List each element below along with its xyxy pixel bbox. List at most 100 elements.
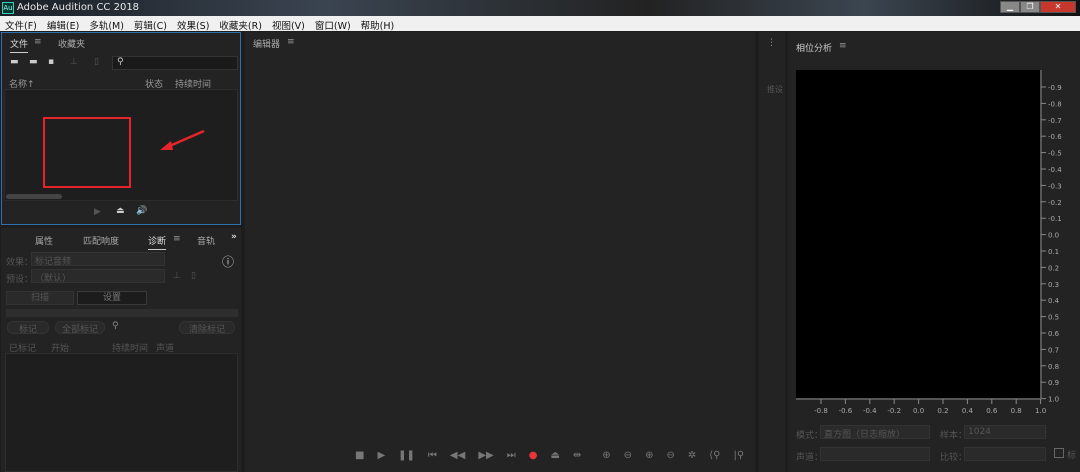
go-to-end-icon[interactable]: ⏭ <box>507 450 516 461</box>
go-to-start-icon[interactable]: ⏮ <box>428 450 437 461</box>
y-tick-label: -0.3 <box>1048 182 1062 190</box>
diagnostics-panel: 属性 匹配响度 诊断 ≡ 音轨 » 效果： 标记音频 ⓘ 预设： （默认） ⊥ … <box>1 228 241 472</box>
splitter-handle[interactable] <box>6 309 238 317</box>
skip-selection-icon[interactable]: ⇹ <box>573 450 581 461</box>
zoom-in-amplitude-icon[interactable]: ⊕ <box>602 450 610 461</box>
zoom-out-amplitude-icon[interactable]: ⊖ <box>624 450 632 461</box>
horizontal-scrollbar[interactable] <box>6 194 62 199</box>
x-tick-label: -0.4 <box>863 407 877 415</box>
y-tick-label: -0.8 <box>1048 100 1062 108</box>
more-tabs-icon[interactable]: » <box>231 232 237 242</box>
play-icon[interactable]: ▶ <box>377 450 385 461</box>
mode-value: 直方图（日志缩放） <box>824 430 906 440</box>
preset-label: 预设： <box>6 275 34 285</box>
mark-all-button[interactable]: 全部标记 <box>55 321 105 335</box>
mode-select[interactable]: 直方图（日志缩放） <box>820 425 930 440</box>
menu-effects[interactable]: 效果(S) <box>172 16 214 32</box>
channel-select[interactable] <box>820 447 930 461</box>
tab-files[interactable]: 文件 <box>10 37 29 53</box>
editor-panel: 编辑器 ≡ ■ ▶ ❚❚ ⏮ ◀◀ ▶▶ ⏭ ● ⏏ ⇹ ⊕ ⊖ ⊕ ⊖ ✲ ⟨… <box>245 32 755 472</box>
zoom-out-time-icon[interactable]: ⊖ <box>666 450 674 461</box>
menu-window[interactable]: 窗口(W) <box>310 16 356 32</box>
collapsed-tab[interactable]: 推设 <box>767 84 783 95</box>
scan-button[interactable]: 扫描 <box>6 291 74 305</box>
tab-match-loudness[interactable]: 匹配响度 <box>83 234 119 247</box>
insert-icon[interactable]: ⊥ <box>70 57 78 67</box>
tab-tracks[interactable]: 音轨 <box>197 234 215 247</box>
pause-icon[interactable]: ❚❚ <box>398 450 415 461</box>
checkbox[interactable] <box>1054 448 1064 458</box>
panel-menu-icon[interactable]: ≡ <box>173 234 181 244</box>
record-icon[interactable]: ● <box>529 450 538 461</box>
zoom-in-time-icon[interactable]: ⊕ <box>645 450 653 461</box>
title-bar: Au Adobe Audition CC 2018 ▁ ❐ ✕ <box>0 0 1080 16</box>
x-tick-label: -0.8 <box>814 407 828 415</box>
new-file-icon[interactable]: ▪ <box>48 57 54 67</box>
menu-multitrack[interactable]: 多轨(M) <box>84 16 129 32</box>
menu-view[interactable]: 视图(V) <box>267 16 310 32</box>
y-tick-label: 0.7 <box>1048 346 1059 354</box>
loop-icon[interactable]: ⏏ <box>550 450 559 461</box>
info-icon[interactable]: ⓘ <box>222 253 234 270</box>
y-tick-label: 0.2 <box>1048 264 1059 272</box>
tab-diagnostics[interactable]: 诊断 <box>148 234 167 250</box>
import-icon[interactable]: ▬ <box>29 57 38 67</box>
phase-analysis-panel: 相位分析 ≡ -0.9 -0.8 -0.7 -0.6 -0.5 -0.4 -0.3 -0.2-… <box>788 32 1080 472</box>
menu-favorites[interactable]: 收藏夹(R) <box>214 16 267 32</box>
samples-select[interactable]: 1024 <box>964 425 1046 439</box>
search-input[interactable]: ⚲ <box>112 56 238 70</box>
zoom-icon[interactable]: ⚲ <box>112 321 119 331</box>
close-button[interactable]: ✕ <box>1040 1 1076 13</box>
diagnostics-list[interactable] <box>5 353 238 472</box>
delete-preset-icon[interactable]: ▯ <box>191 271 196 281</box>
save-preset-icon[interactable]: ⊥ <box>173 271 181 281</box>
effect-select[interactable]: 标记音频 <box>31 252 165 267</box>
tab-properties[interactable]: 属性 <box>35 234 53 247</box>
transport-bar: ■ ▶ ❚❚ ⏮ ◀◀ ▶▶ ⏭ ● ⏏ ⇹ ⊕ ⊖ ⊕ ⊖ ✲ ⟨⚲ |⚲ <box>355 450 744 461</box>
delete-icon[interactable]: ▯ <box>94 57 99 67</box>
annotation-rectangle <box>43 117 131 188</box>
settings-button[interactable]: 设置 <box>77 291 147 305</box>
menu-file[interactable]: 文件(F) <box>0 16 42 32</box>
preset-select[interactable]: （默认） <box>31 269 165 284</box>
y-tick-label: 1.0 <box>1048 396 1059 404</box>
zoom-in-point-icon[interactable]: ⟨⚲ <box>709 450 720 461</box>
panel-menu-icon[interactable]: ≡ <box>287 37 295 47</box>
panel-menu-icon[interactable]: ⋮ <box>767 38 776 48</box>
y-tick-label: -0.7 <box>1048 117 1062 125</box>
mark-button[interactable]: 标记 <box>7 321 49 335</box>
fast-forward-icon[interactable]: ▶▶ <box>478 450 493 461</box>
y-tick-label: -0.2 <box>1048 199 1062 207</box>
compare-select[interactable] <box>964 447 1046 461</box>
panel-menu-icon[interactable]: ≡ <box>34 37 42 47</box>
menu-clip[interactable]: 剪辑(C) <box>129 16 172 32</box>
samples-label: 样本： <box>940 431 968 441</box>
menu-edit[interactable]: 编辑(E) <box>42 16 84 32</box>
collapsed-panel: ⋮ 推设 <box>759 32 785 472</box>
phase-axes: -0.9 -0.8 -0.7 -0.6 -0.5 -0.4 -0.3 -0.2 -0.1 0.0 0… <box>796 70 1062 415</box>
loop-icon[interactable]: ⏏ <box>116 206 125 216</box>
open-file-icon[interactable]: ▬ <box>10 57 19 67</box>
x-tick-label: -0.2 <box>887 407 901 415</box>
zoom-out-point-icon[interactable]: |⚲ <box>733 450 744 461</box>
x-tick-label: 0.8 <box>1011 407 1022 415</box>
restore-button[interactable]: ❐ <box>1020 1 1040 13</box>
x-tick-label: 1.0 <box>1035 407 1046 415</box>
effect-value: 标记音频 <box>35 257 72 267</box>
window-title: Adobe Audition CC 2018 <box>17 2 140 13</box>
y-tick-label: 0.0 <box>1048 232 1059 240</box>
zoom-full-icon[interactable]: ✲ <box>688 450 696 461</box>
y-tick-label: 0.1 <box>1048 248 1059 256</box>
y-tick-label: 0.6 <box>1048 330 1060 338</box>
tab-favorites[interactable]: 收藏夹 <box>58 37 85 50</box>
menu-help[interactable]: 帮助(H) <box>356 16 400 32</box>
effect-label: 效果： <box>6 258 34 268</box>
play-icon[interactable]: ▶ <box>94 207 101 217</box>
autoplay-speaker-icon[interactable]: 🔊 <box>136 206 147 216</box>
x-tick-label: 0.6 <box>986 407 998 415</box>
clear-marks-button[interactable]: 清除标记 <box>179 321 235 335</box>
minimize-button[interactable]: ▁ <box>1000 1 1020 13</box>
rewind-icon[interactable]: ◀◀ <box>450 450 465 461</box>
editor-title: 编辑器 <box>253 40 281 50</box>
stop-icon[interactable]: ■ <box>355 450 364 461</box>
